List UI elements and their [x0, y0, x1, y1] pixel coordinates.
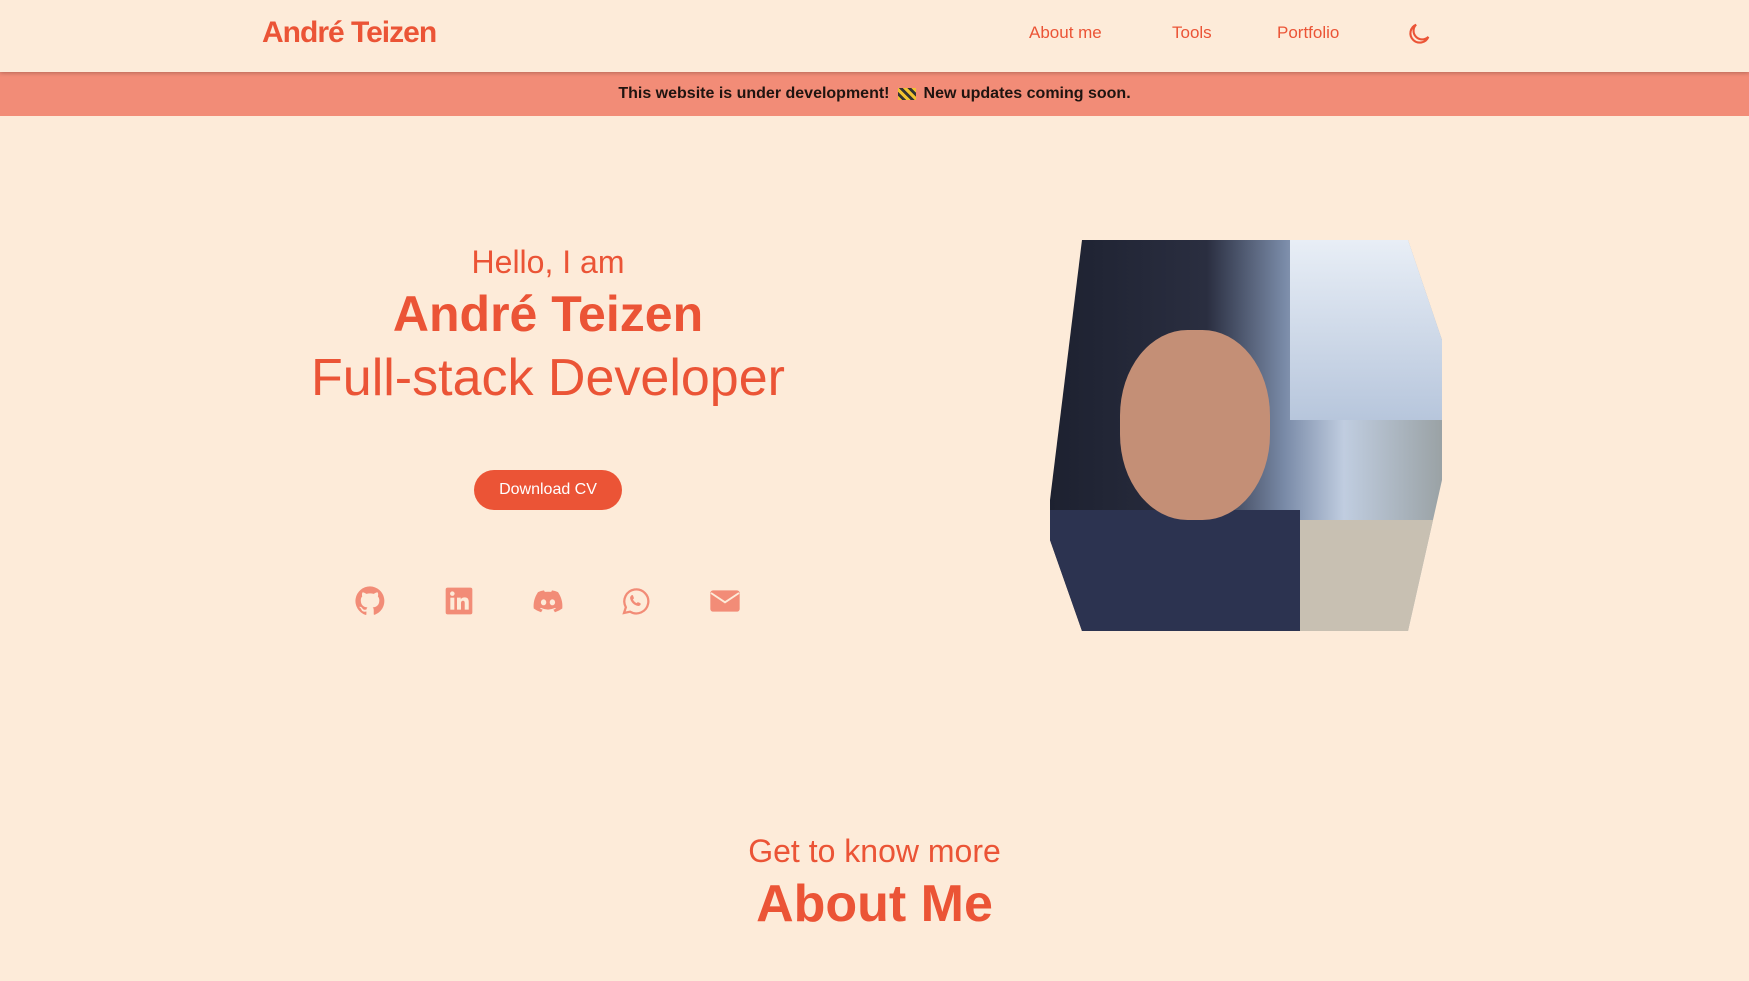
profile-photo [1050, 240, 1442, 631]
construction-icon [897, 88, 916, 100]
logo[interactable]: André Teizen [262, 16, 437, 50]
hero-role: Full-stack Developer [311, 349, 785, 407]
photo-sky [1290, 240, 1442, 420]
section-title: About Me [756, 875, 993, 933]
banner-text-2: New updates coming soon. [923, 85, 1131, 102]
section-subtitle: Get to know more [748, 833, 1001, 869]
nav-portfolio[interactable]: Portfolio [1277, 23, 1339, 43]
dev-banner: This website is under development! New u… [0, 72, 1749, 116]
discord-icon[interactable] [532, 585, 564, 617]
nav-about-me[interactable]: About me [1029, 23, 1102, 43]
banner-text-1: This website is under development! [618, 85, 890, 102]
top-nav: André Teizen About me Tools Portfolio [0, 0, 1749, 72]
hero-name: André Teizen [392, 286, 704, 342]
photo-jacket [1050, 510, 1300, 631]
photo-ground [1290, 520, 1442, 631]
github-icon[interactable] [354, 585, 386, 617]
whatsapp-icon[interactable] [620, 585, 652, 617]
moon-icon[interactable] [1405, 20, 1433, 48]
nav-tools[interactable]: Tools [1172, 23, 1212, 43]
email-icon[interactable] [709, 585, 741, 617]
photo-face [1120, 330, 1270, 520]
greeting: Hello, I am [471, 244, 625, 280]
linkedin-icon[interactable] [443, 585, 475, 617]
download-cv-button[interactable]: Download CV [474, 470, 622, 510]
